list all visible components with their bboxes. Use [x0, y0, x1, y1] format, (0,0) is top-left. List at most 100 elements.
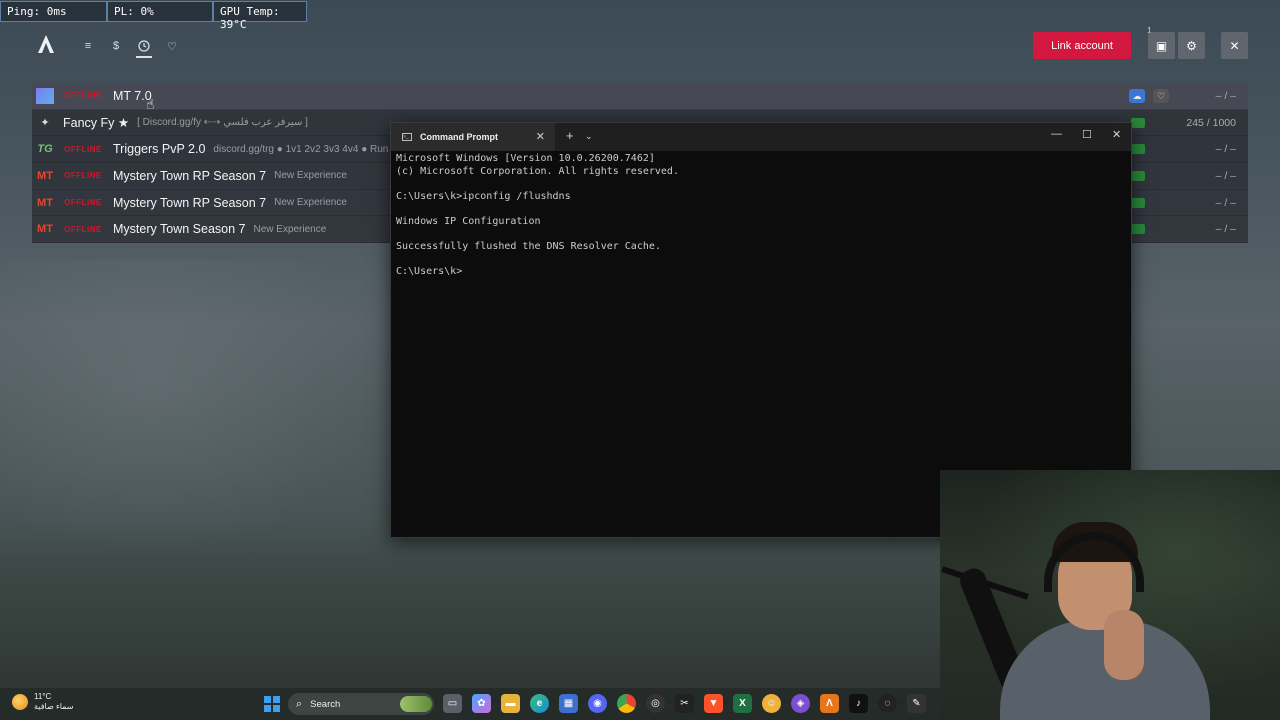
- weather-widget[interactable]: 11°C سماء صافية: [12, 692, 74, 712]
- list-icon[interactable]: ≡: [80, 38, 96, 54]
- notifications-button[interactable]: ▣: [1148, 32, 1175, 59]
- store-icon[interactable]: ▦: [559, 694, 578, 713]
- weather-text: 11°C سماء صافية: [34, 692, 74, 712]
- launcher-taskbar-icon[interactable]: Λ: [820, 694, 839, 713]
- maximize-icon[interactable]: ☐: [1082, 128, 1092, 141]
- launcher-logo-icon[interactable]: [36, 33, 56, 55]
- weather-desc: سماء صافية: [34, 702, 74, 711]
- chevron-down-icon[interactable]: ⌄: [585, 131, 593, 142]
- packet-loss-stat: PL: 0%: [107, 1, 213, 22]
- status-badge: OFFLINE: [64, 91, 102, 101]
- favorite-icon[interactable]: ♡: [1153, 89, 1169, 103]
- player-count: – / –: [1215, 223, 1236, 236]
- status-badge: OFFLINE: [64, 198, 102, 208]
- launcher-nav: ≡ $ ♡: [80, 38, 180, 58]
- notifications-icon: ▣: [1155, 38, 1168, 53]
- background-haze: [0, 260, 380, 560]
- pen-icon[interactable]: ✎: [907, 694, 926, 713]
- close-icon: ✕: [1229, 38, 1240, 53]
- new-tab-icon[interactable]: +: [566, 128, 574, 143]
- player-count: – / –: [1215, 89, 1236, 102]
- whatsapp-icon[interactable]: ☺: [762, 694, 781, 713]
- terminal-icon: >_: [402, 133, 412, 141]
- game-app-icon[interactable]: ◈: [791, 694, 810, 713]
- discord-icon[interactable]: ☁: [1129, 89, 1145, 103]
- server-icon: MT: [37, 223, 53, 236]
- mouse-cursor: ☝: [146, 96, 155, 112]
- webcam-feed: [940, 470, 1280, 720]
- link-account-button[interactable]: Link account: [1033, 32, 1131, 59]
- cmd-titlebar[interactable]: >_ Command Prompt ✕ + ⌄ — ☐ ✕: [391, 123, 1131, 151]
- cmd-tab[interactable]: >_ Command Prompt ✕: [391, 123, 555, 151]
- server-name: Mystery Town Season 7: [113, 222, 246, 237]
- search-icon: ⌕: [296, 697, 303, 710]
- server-tag: [1131, 171, 1145, 182]
- taskbar-apps: ▭ ✿ ▬ e ▦ ◉ ◎ ✂ ▼ X ☺ ◈ Λ ♪ ◌ ✎: [443, 694, 926, 713]
- taskbar-search[interactable]: ⌕ Search: [288, 693, 434, 715]
- copilot-icon[interactable]: ✿: [472, 694, 491, 713]
- capcut-icon[interactable]: ✂: [675, 694, 694, 713]
- server-description: New Experience: [253, 223, 327, 235]
- weather-icon: [12, 694, 28, 710]
- server-icon: [35, 87, 55, 105]
- server-description: [ Discord.gg/fy ⇠⇢ سيرفر عرب فلسي ]: [137, 117, 308, 129]
- terminal-line: Microsoft Windows [Version 10.0.26200.74…: [396, 153, 655, 164]
- cmd-tab-title: Command Prompt: [420, 132, 499, 142]
- person-hand: [1104, 610, 1144, 680]
- edge-icon[interactable]: e: [530, 694, 549, 713]
- discord-icon[interactable]: ◉: [588, 694, 607, 713]
- server-description: New Experience: [274, 197, 347, 209]
- server-tags: ☁ ♡: [1129, 89, 1169, 103]
- server-row[interactable]: OFFLINE MT 7.0 ☁ ♡ – / –: [32, 83, 1248, 110]
- settings-button[interactable]: ⚙: [1178, 32, 1205, 59]
- minimize-icon[interactable]: —: [1051, 128, 1062, 140]
- excel-icon[interactable]: X: [733, 694, 752, 713]
- task-view-icon[interactable]: ▭: [443, 694, 462, 713]
- tab-close-icon[interactable]: ✕: [536, 130, 545, 143]
- server-name: Fancy Fy ★: [63, 116, 130, 131]
- server-icon: MT: [37, 169, 53, 182]
- terminal-line: C:\Users\k>ipconfig /flushdns: [396, 190, 571, 202]
- server-tag: [1131, 144, 1145, 155]
- dollar-icon[interactable]: $: [108, 38, 124, 54]
- server-description: discord.gg/trg ● 1v1 2v2 3v3 4v4 ● Run: [213, 143, 389, 155]
- server-icon: TG: [37, 143, 53, 156]
- ping-stat: Ping: 0ms: [0, 1, 107, 22]
- terminal-line: C:\Users\k>: [396, 266, 463, 278]
- server-tag: [1131, 117, 1145, 128]
- clock-icon[interactable]: [136, 38, 152, 58]
- server-tag: [1131, 224, 1145, 235]
- obs-icon[interactable]: ◎: [646, 694, 665, 713]
- gpu-temp-stat: GPU Temp: 39°C: [213, 1, 307, 31]
- server-icon: ✦: [40, 117, 50, 130]
- terminal-line: Windows IP Configuration: [396, 215, 541, 227]
- heart-icon[interactable]: ♡: [164, 38, 180, 54]
- server-name: Mystery Town RP Season 7: [113, 195, 267, 210]
- chrome-icon[interactable]: [617, 694, 636, 713]
- server-description: New Experience: [274, 170, 347, 182]
- window-close-icon[interactable]: ✕: [1112, 128, 1121, 141]
- tiktok-icon[interactable]: ♪: [849, 694, 868, 713]
- server-icon: MT: [37, 196, 53, 209]
- close-button[interactable]: ✕: [1221, 32, 1248, 59]
- status-badge: OFFLINE: [64, 144, 102, 154]
- brave-icon[interactable]: ▼: [704, 694, 723, 713]
- server-name: Triggers PvP 2.0: [113, 142, 206, 157]
- performance-overlay: Ping: 0ms PL: 0% GPU Temp: 39°C: [0, 1, 307, 31]
- server-name: Mystery Town RP Season 7: [113, 168, 267, 183]
- status-badge: OFFLINE: [64, 171, 102, 181]
- taskbar: 11°C سماء صافية ⌕ Search ▭ ✿ ▬ e ▦ ◉ ◎ ✂…: [0, 688, 940, 720]
- search-highlight-image: [400, 696, 432, 712]
- start-button[interactable]: [264, 696, 280, 712]
- status-badge: OFFLINE: [64, 224, 102, 234]
- steam-icon[interactable]: ◌: [878, 694, 897, 713]
- file-explorer-icon[interactable]: ▬: [501, 694, 520, 713]
- server-tag: [1131, 197, 1145, 208]
- launcher-topbar: ≡ $ ♡ Link account 1 ▣ ⚙ ✕: [0, 26, 1280, 62]
- weather-temp: 11°C: [34, 692, 52, 701]
- player-count: – / –: [1215, 169, 1236, 182]
